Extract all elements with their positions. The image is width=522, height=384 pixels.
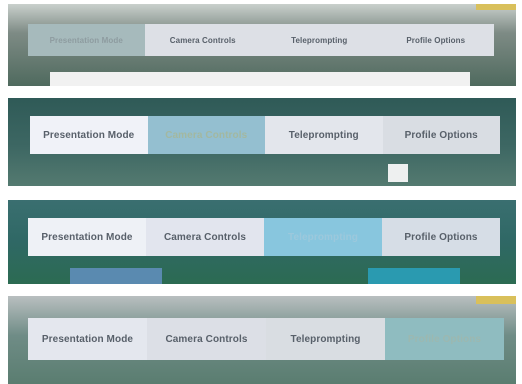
action-button-right[interactable] xyxy=(368,268,460,284)
tab-camera-controls[interactable]: Camera Controls xyxy=(147,318,266,360)
tab-presentation-mode[interactable]: Presentation Mode xyxy=(28,218,146,256)
accent-strip xyxy=(476,4,516,10)
screenshot-panel-teleprompting: Presentation Mode Camera Controls Telepr… xyxy=(8,200,516,284)
tab-presentation-mode[interactable]: Presentation Mode xyxy=(28,318,147,360)
tab-profile-options[interactable]: Profile Options xyxy=(382,218,500,256)
tab-teleprompting[interactable]: Teleprompting xyxy=(266,318,385,360)
action-button-left[interactable] xyxy=(70,268,162,284)
tab-profile-options[interactable]: Profile Options xyxy=(377,24,494,56)
tab-bar: Presentation Mode Camera Controls Telepr… xyxy=(28,318,504,360)
screenshot-panel-camera-controls: Presentation Mode Camera Controls Telepr… xyxy=(8,98,516,186)
tab-teleprompting[interactable]: Teleprompting xyxy=(264,218,382,256)
content-area xyxy=(50,72,470,86)
tab-camera-controls[interactable]: Camera Controls xyxy=(146,218,264,256)
screenshot-panel-profile-options: Presentation Mode Camera Controls Telepr… xyxy=(8,296,516,384)
accent-strip xyxy=(476,296,516,304)
screenshot-panel-presentation-mode: Presentation Mode Camera Controls Telepr… xyxy=(8,4,516,86)
tab-bar: Presentation Mode Camera Controls Telepr… xyxy=(30,116,500,154)
tab-presentation-mode[interactable]: Presentation Mode xyxy=(30,116,148,154)
tab-teleprompting[interactable]: Teleprompting xyxy=(265,116,383,154)
tab-camera-controls[interactable]: Camera Controls xyxy=(144,24,261,56)
tab-presentation-mode[interactable]: Presentation Mode xyxy=(28,24,145,56)
tab-camera-controls[interactable]: Camera Controls xyxy=(147,116,265,154)
small-control-square[interactable] xyxy=(388,164,408,182)
tab-profile-options[interactable]: Profile Options xyxy=(382,116,500,154)
tab-profile-options[interactable]: Profile Options xyxy=(385,318,504,360)
tab-teleprompting[interactable]: Teleprompting xyxy=(261,24,378,56)
tab-bar: Presentation Mode Camera Controls Telepr… xyxy=(28,218,500,256)
tab-bar: Presentation Mode Camera Controls Telepr… xyxy=(28,24,494,56)
